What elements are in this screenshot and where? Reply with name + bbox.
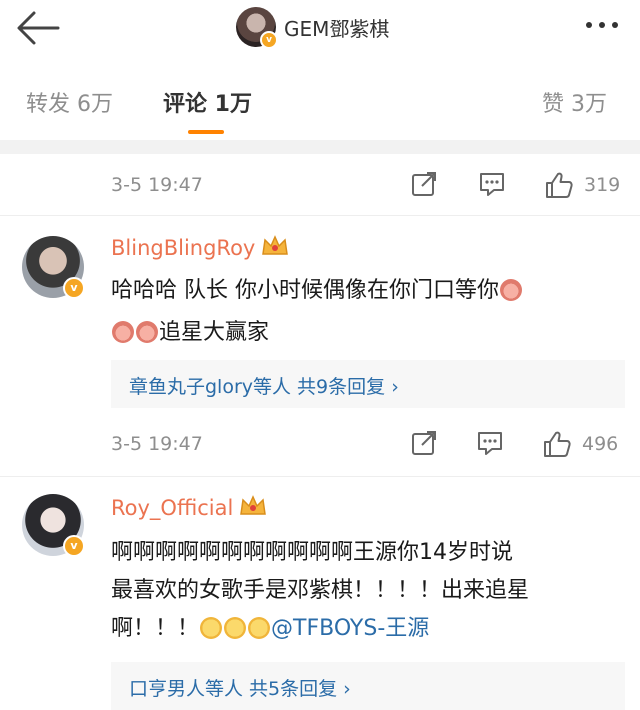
top-bar: v GEM鄧紫棋 [0,0,640,56]
avatar[interactable]: v [22,236,85,299]
replies-link[interactable]: 口亨男人等人 共5条回复 › [129,674,351,701]
verified-badge-icon: v [260,31,278,49]
mention-link[interactable]: @TFBOYS-王源 [271,616,429,641]
crown-icon [239,494,267,523]
pig-emoji-icon [112,321,134,343]
shocked-emoji-icon [248,617,271,639]
comment-actions-row: 3-5 19:47 496 [0,425,640,465]
replies-preview[interactable]: 口亨男人等人 共5条回复 › [111,662,625,710]
comment-text-line: 最喜欢的女歌手是邓紫棋！！！！出来追星 [111,578,530,603]
share-icon[interactable] [410,170,438,202]
verified-badge-icon: v [63,535,85,557]
comment-time: 3-5 19:47 [111,174,203,196]
tab-repost[interactable]: 转发 6万 [26,86,113,118]
active-tab-indicator [188,130,224,134]
comment-text-line: 哈哈哈 队长 你小时候偶像在你门口等你 [111,278,499,303]
tab-comments[interactable]: 评论 1万 [163,86,252,118]
avatar[interactable]: v [22,494,85,557]
comment-item: v Roy_Official 啊啊啊啊啊啊啊啊啊啊啊王源你14岁时说 最喜欢的女… [0,488,640,710]
like-icon[interactable] [544,170,574,204]
like-count: 319 [584,174,621,196]
comment-icon[interactable] [478,170,506,202]
username[interactable]: BlingBlingRoy [111,234,289,263]
page-title: GEM鄧紫棋 [284,16,390,41]
tab-bar: 转发 6万 评论 1万 赞 3万 [0,64,640,128]
username[interactable]: Roy_Official [111,494,267,523]
tab-likes[interactable]: 赞 3万 [542,86,607,118]
shocked-emoji-icon [224,617,247,639]
shocked-emoji-icon [200,617,223,639]
like-count: 496 [582,433,619,455]
pig-emoji-icon [500,279,522,301]
username-text: Roy_Official [111,496,234,520]
share-icon[interactable] [410,429,438,461]
comment-text: 追星大赢家 [111,314,269,346]
profile-title[interactable]: v GEM鄧紫棋 [236,5,389,49]
comment-time: 3-5 19:47 [111,433,203,455]
comment-text-line: 啊！！！ [111,616,200,641]
comment-text: 哈哈哈 队长 你小时候偶像在你门口等你 [111,272,523,304]
divider [0,476,640,477]
section-divider [0,140,640,154]
replies-preview[interactable]: 章鱼丸子glory等人 共9条回复 › [111,360,625,408]
comment-text-line: 追星大赢家 [159,320,270,345]
comment-item: v BlingBlingRoy 哈哈哈 队长 你小时候偶像在你门口等你 追星大赢… [0,228,640,468]
more-dots-icon[interactable] [578,14,626,36]
comment-text-line: 啊啊啊啊啊啊啊啊啊啊啊王源你14岁时说 [111,540,513,565]
comment-text: 啊！！！ @TFBOYS-王源 [111,610,429,642]
replies-link[interactable]: 章鱼丸子glory等人 共9条回复 › [129,372,399,399]
back-arrow-icon[interactable] [14,8,62,48]
verified-badge-icon: v [63,277,85,299]
avatar[interactable]: v [236,7,278,49]
crown-icon [261,234,289,263]
username-text: BlingBlingRoy [111,236,256,260]
like-icon[interactable] [542,429,572,463]
divider [0,215,640,216]
pig-emoji-icon [136,321,158,343]
comment-actions-row: 3-5 19:47 319 [0,166,640,206]
comment-icon[interactable] [476,429,504,461]
